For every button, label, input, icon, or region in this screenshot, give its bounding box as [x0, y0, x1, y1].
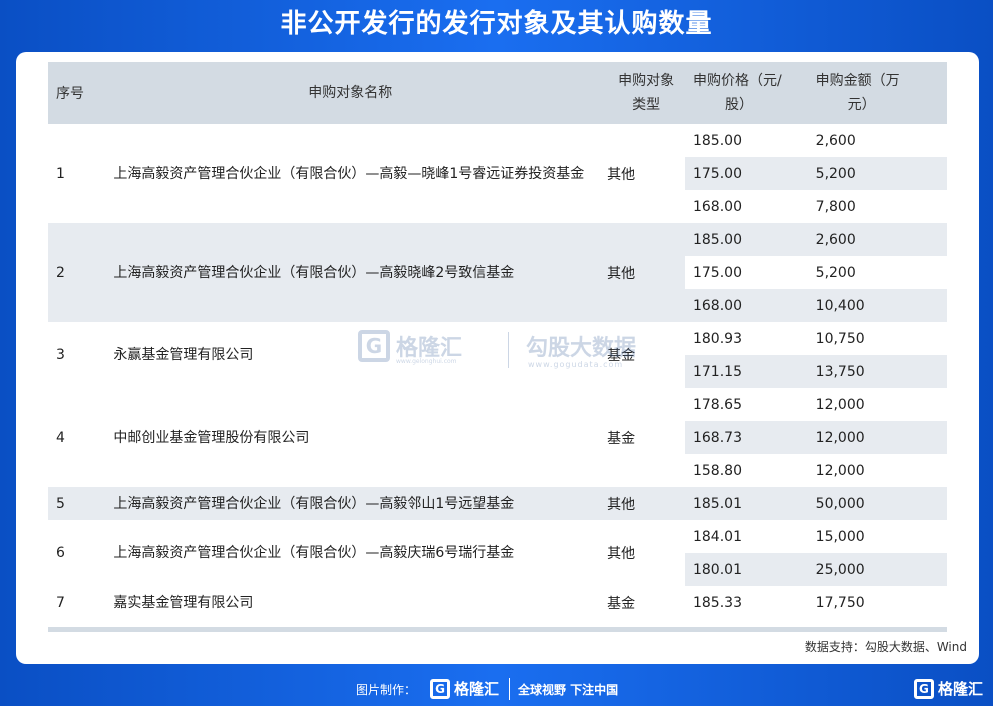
table-header-row: 序号 申购对象名称 申购对象类型 申购价格（元/股） 申购金额（万元）: [48, 62, 947, 124]
table-row: 5 上海高毅资产管理合伙企业（有限合伙）—高毅邻山1号远望基金 其他 185.0…: [48, 487, 947, 520]
bid-amount: 5,200: [803, 157, 947, 190]
bid-amount: 5,200: [803, 256, 947, 289]
row-name: 上海高毅资产管理合伙企业（有限合伙）—高毅庆瑞6号瑞行基金: [109, 520, 608, 586]
header-type-line1: 申购对象: [618, 73, 675, 89]
bid-price: 180.01: [684, 553, 804, 586]
row-type: 其他: [607, 223, 685, 322]
bid-price: 171.15: [684, 355, 804, 388]
bid-price: 175.00: [684, 256, 804, 289]
bid-price: 168.00: [684, 289, 804, 322]
header-idx: 序号: [48, 62, 110, 124]
table-body: 1 上海高毅资产管理合伙企业（有限合伙）—高毅—晓峰1号睿远证券投资基金 其他 …: [48, 124, 947, 619]
footer-slogan: 全球视野 下注中国: [518, 683, 619, 697]
bid-amount: 17,750: [803, 586, 947, 619]
table-row: 6 上海高毅资产管理合伙企业（有限合伙）—高毅庆瑞6号瑞行基金 其他 184.0…: [48, 520, 947, 586]
bid-amount: 25,000: [803, 553, 947, 586]
corner-brand: 格隆汇: [937, 680, 983, 698]
bid-amount: 15,000: [803, 520, 947, 553]
row-type: 其他: [607, 520, 685, 586]
header-amount-line2: 元）: [847, 97, 876, 113]
bid-amount: 12,000: [803, 388, 947, 421]
row-name: 嘉实基金管理有限公司: [109, 586, 608, 619]
header-amount: 申购金额（万元）: [803, 62, 947, 124]
row-idx: 2: [48, 223, 110, 322]
bid-amount: 2,600: [803, 223, 947, 256]
bid-amount: 10,400: [803, 289, 947, 322]
bid-price: 158.80: [684, 454, 804, 487]
row-name: 上海高毅资产管理合伙企业（有限合伙）—高毅—晓峰1号睿远证券投资基金: [109, 124, 608, 223]
header-type: 申购对象 类型: [607, 62, 685, 124]
table-row: 3 永赢基金管理有限公司 基金 180.93 10,750: [48, 322, 947, 388]
footer-made-by: 图片制作：: [356, 683, 417, 697]
header-amount-line1: 申购金额（万: [815, 73, 900, 89]
row-idx: 1: [48, 124, 110, 223]
data-source: 数据支持：勾股大数据、Wind: [804, 640, 967, 654]
bid-price: 168.73: [684, 421, 804, 454]
subscription-table: 序号 申购对象名称 申购对象类型 申购价格（元/股） 申购金额（万元） 1 上海…: [48, 62, 947, 619]
row-idx: 4: [48, 388, 110, 487]
footer: 图片制作： G 格隆汇 全球视野 下注中国 G 格隆汇: [0, 672, 993, 706]
table-row: 2 上海高毅资产管理合伙企业（有限合伙）—高毅晓峰2号致信基金 其他 185.0…: [48, 223, 947, 322]
row-name: 上海高毅资产管理合伙企业（有限合伙）—高毅邻山1号远望基金: [109, 487, 608, 520]
row-type: 基金: [607, 322, 685, 388]
row-idx: 5: [48, 487, 110, 520]
table-row: 4 中邮创业基金管理股份有限公司 基金 178.65 12,000: [48, 388, 947, 487]
header-price-line2: 股）: [724, 97, 753, 113]
corner-logo: G 格隆汇: [913, 678, 983, 699]
bid-amount: 7,800: [803, 190, 947, 223]
row-name: 永赢基金管理有限公司: [109, 322, 608, 388]
footer-logo: G 格隆汇: [430, 678, 499, 699]
table-card: 序号 申购对象名称 申购对象类型 申购价格（元/股） 申购金额（万元） 1 上海…: [16, 52, 979, 664]
row-type: 基金: [607, 586, 685, 619]
table-bottom-bar: [48, 627, 947, 632]
bid-price: 180.93: [684, 322, 804, 355]
bid-amount: 50,000: [803, 487, 947, 520]
header-price: 申购价格（元/股）: [684, 62, 804, 124]
footer-divider: [509, 678, 510, 700]
bid-amount: 12,000: [803, 421, 947, 454]
gelonghui-logo-icon: G: [430, 678, 450, 699]
footer-brand: 格隆汇: [454, 680, 500, 698]
bid-amount: 2,600: [803, 124, 947, 157]
row-idx: 3: [48, 322, 110, 388]
header-name: 申购对象名称: [109, 62, 608, 124]
row-type: 其他: [607, 124, 685, 223]
row-idx: 6: [48, 520, 110, 586]
bid-price: 185.00: [684, 223, 804, 256]
bid-price: 185.01: [684, 487, 804, 520]
row-type: 其他: [607, 487, 685, 520]
header-type-line2: 类型: [632, 97, 661, 113]
page-title: 非公开发行的发行对象及其认购数量: [280, 9, 713, 39]
bid-amount: 13,750: [803, 355, 947, 388]
row-idx: 7: [48, 586, 110, 619]
table-row: 7 嘉实基金管理有限公司 基金 185.33 17,750: [48, 586, 947, 619]
bid-price: 185.33: [684, 586, 804, 619]
bid-price: 184.01: [684, 520, 804, 553]
bid-price: 185.00: [684, 124, 804, 157]
row-type: 基金: [607, 388, 685, 487]
row-name: 上海高毅资产管理合伙企业（有限合伙）—高毅晓峰2号致信基金: [109, 223, 608, 322]
bid-price: 178.65: [684, 388, 804, 421]
bid-amount: 12,000: [803, 454, 947, 487]
bid-amount: 10,750: [803, 322, 947, 355]
bid-price: 168.00: [684, 190, 804, 223]
table-row: 1 上海高毅资产管理合伙企业（有限合伙）—高毅—晓峰1号睿远证券投资基金 其他 …: [48, 124, 947, 223]
row-name: 中邮创业基金管理股份有限公司: [109, 388, 608, 487]
gelonghui-logo-icon: G: [913, 678, 934, 699]
header-price-line1: 申购价格（元/: [692, 73, 782, 89]
bid-price: 175.00: [684, 157, 804, 190]
